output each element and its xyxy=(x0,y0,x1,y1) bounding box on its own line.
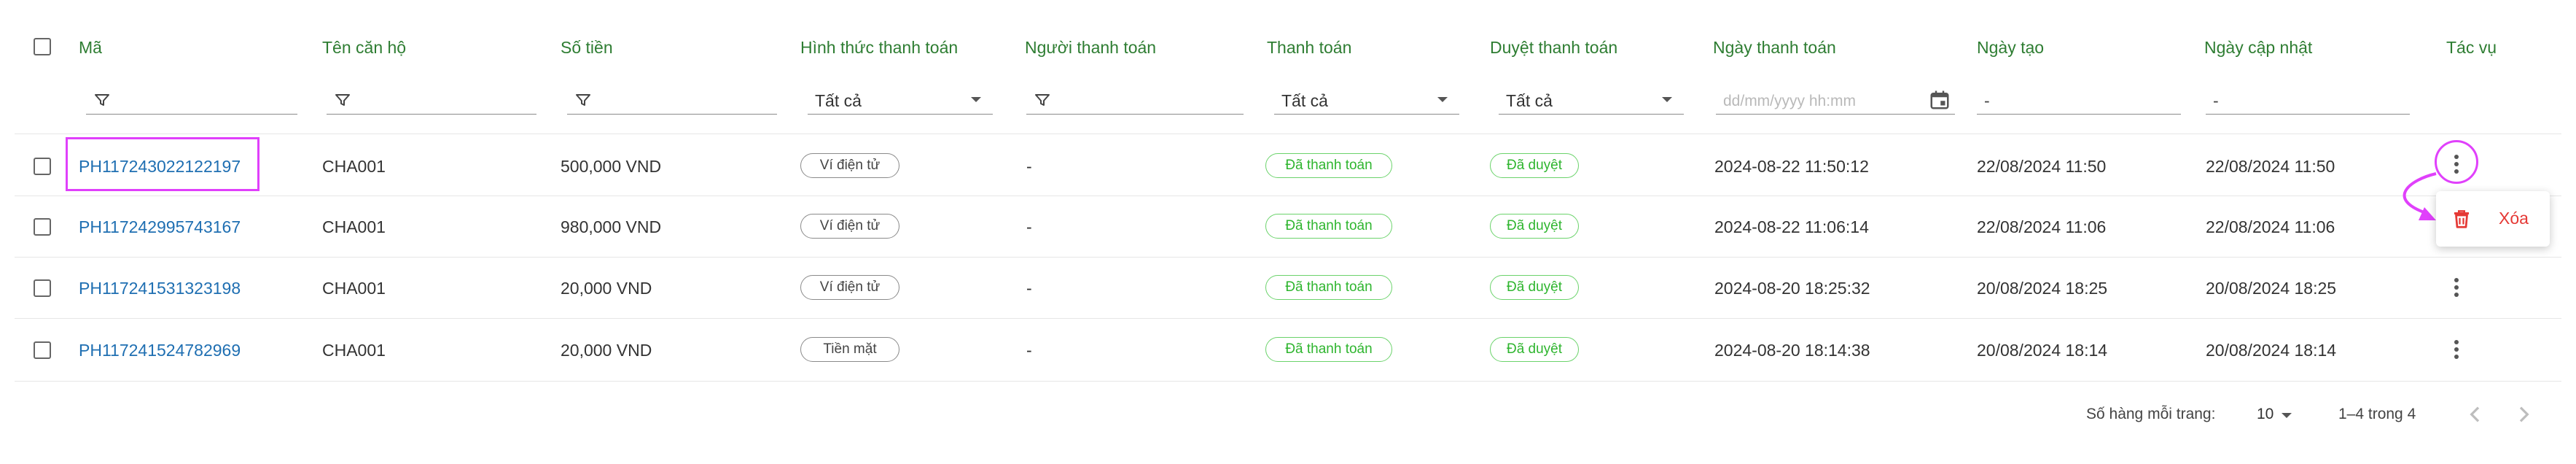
amount: 500,000 VND xyxy=(561,157,662,176)
filter-method-value: Tất cả xyxy=(815,91,862,110)
column-header-approval[interactable]: Duyệt thanh toán xyxy=(1490,38,1617,58)
method-chip: Tiền mặt xyxy=(800,337,899,362)
more-vert-icon[interactable] xyxy=(2454,278,2459,300)
apartment-name: CHA001 xyxy=(322,157,386,176)
pay-date: 2024-08-22 11:50:12 xyxy=(1714,157,1869,176)
column-header-updated[interactable]: Ngày cập nhật xyxy=(2204,38,2312,58)
payment-code-link[interactable]: PH117243022122197 xyxy=(79,157,241,177)
page-range: 1–4 trong 4 xyxy=(2338,406,2416,422)
column-header-paid[interactable]: Thanh toán xyxy=(1267,38,1351,58)
pay-date: 2024-08-22 11:06:14 xyxy=(1714,217,1869,236)
dropdown-caret-icon xyxy=(971,97,981,102)
filter-created-value: - xyxy=(1984,91,1990,110)
paid-status-chip: Đã thanh toán xyxy=(1265,275,1392,300)
column-header-apartment[interactable]: Tên căn hộ xyxy=(322,38,406,58)
updated-date: 20/08/2024 18:25 xyxy=(2206,279,2337,298)
column-header-actions: Tác vụ xyxy=(2446,38,2497,57)
amount: 980,000 VND xyxy=(561,217,662,236)
paid-status-chip: Đã thanh toán xyxy=(1265,214,1392,239)
filter-paid-select[interactable]: Tất cả xyxy=(1274,85,1459,115)
column-header-amount[interactable]: Số tiền xyxy=(561,38,613,58)
delete-menu-item[interactable]: Xóa xyxy=(2436,191,2550,247)
row-checkbox[interactable] xyxy=(34,158,51,175)
select-all-checkbox[interactable] xyxy=(34,38,51,55)
filter-method-select[interactable]: Tất cả xyxy=(808,85,993,115)
payment-code-link[interactable]: PH117241524782969 xyxy=(79,341,241,360)
dropdown-caret-icon xyxy=(1437,97,1448,102)
updated-date: 22/08/2024 11:50 xyxy=(2206,157,2335,176)
more-vert-icon[interactable] xyxy=(2454,340,2459,362)
date-placeholder: dd/mm/yyyy hh:mm xyxy=(1723,93,1857,109)
filter-updated-value: - xyxy=(2213,91,2219,110)
approval-status-chip: Đã duyệt xyxy=(1490,153,1579,178)
filter-payer-input[interactable] xyxy=(1026,85,1244,115)
filter-approval-value: Tất cả xyxy=(1506,91,1553,110)
row-divider xyxy=(15,381,2561,382)
filter-icon xyxy=(576,94,590,106)
row-checkbox[interactable] xyxy=(34,218,51,236)
column-header-method[interactable]: Hình thức thanh toán xyxy=(800,38,958,58)
method-chip: Ví điện tử xyxy=(800,275,899,300)
amount: 20,000 VND xyxy=(561,341,652,360)
amount: 20,000 VND xyxy=(561,279,652,298)
paid-status-chip: Đã thanh toán xyxy=(1265,153,1392,178)
filter-apartment-input[interactable] xyxy=(327,85,536,115)
payer: - xyxy=(1026,217,1032,236)
created-date: 20/08/2024 18:14 xyxy=(1977,341,2108,360)
payment-code-link[interactable]: PH117242995743167 xyxy=(79,217,241,237)
filter-pay-date-input[interactable]: dd/mm/yyyy hh:mm xyxy=(1716,85,1955,115)
apartment-name: CHA001 xyxy=(322,217,386,236)
rows-per-page-value: 10 xyxy=(2257,406,2274,422)
payer: - xyxy=(1026,157,1032,176)
approval-status-chip: Đã duyệt xyxy=(1490,275,1579,300)
apartment-name: CHA001 xyxy=(322,341,386,360)
row-divider xyxy=(15,257,2561,258)
row-divider xyxy=(15,318,2561,319)
created-date: 20/08/2024 18:25 xyxy=(1977,279,2108,298)
column-header-pay-date[interactable]: Ngày thanh toán xyxy=(1713,38,1836,58)
column-header-created[interactable]: Ngày tạo xyxy=(1977,38,2044,58)
payer: - xyxy=(1026,279,1032,298)
dropdown-caret-icon xyxy=(2282,413,2292,418)
created-date: 22/08/2024 11:06 xyxy=(1977,217,2107,236)
created-date: 22/08/2024 11:50 xyxy=(1977,157,2107,176)
column-header-payer[interactable]: Người thanh toán xyxy=(1025,38,1156,58)
filter-icon xyxy=(95,94,109,106)
chevron-right-icon[interactable] xyxy=(2512,403,2535,426)
trash-icon xyxy=(2454,210,2469,228)
filter-icon xyxy=(1035,94,1050,106)
filter-paid-value: Tất cả xyxy=(1281,91,1328,110)
payer: - xyxy=(1026,341,1032,360)
payment-code-link[interactable]: PH117241531323198 xyxy=(79,279,241,298)
calendar-icon[interactable] xyxy=(1929,89,1951,111)
rows-per-page-select[interactable]: 10 xyxy=(2252,401,2299,428)
rows-per-page-label: Số hàng mỗi trang: xyxy=(2086,406,2216,422)
row-checkbox[interactable] xyxy=(34,341,51,359)
filter-updated-input[interactable]: - xyxy=(2206,85,2410,115)
updated-date: 20/08/2024 18:14 xyxy=(2206,341,2337,360)
filter-amount-input[interactable] xyxy=(567,85,777,115)
method-chip: Ví điện tử xyxy=(800,214,899,239)
updated-date: 22/08/2024 11:06 xyxy=(2206,217,2335,236)
filter-created-input[interactable]: - xyxy=(1977,85,2181,115)
dropdown-caret-icon xyxy=(1662,97,1672,102)
row-checkbox[interactable] xyxy=(34,279,51,297)
filter-approval-select[interactable]: Tất cả xyxy=(1499,85,1684,115)
filter-icon xyxy=(335,94,350,106)
filter-code-input[interactable] xyxy=(86,85,297,115)
approval-status-chip: Đã duyệt xyxy=(1490,337,1579,362)
column-header-code[interactable]: Mã xyxy=(79,38,102,58)
pay-date: 2024-08-20 18:14:38 xyxy=(1714,341,1870,360)
row-context-menu: Xóa xyxy=(2436,191,2550,247)
paid-status-chip: Đã thanh toán xyxy=(1265,337,1392,362)
delete-label: Xóa xyxy=(2499,209,2529,228)
chevron-left-icon[interactable] xyxy=(2464,403,2487,426)
pay-date: 2024-08-20 18:25:32 xyxy=(1714,279,1870,298)
apartment-name: CHA001 xyxy=(322,279,386,298)
approval-status-chip: Đã duyệt xyxy=(1490,214,1579,239)
method-chip: Ví điện tử xyxy=(800,153,899,178)
